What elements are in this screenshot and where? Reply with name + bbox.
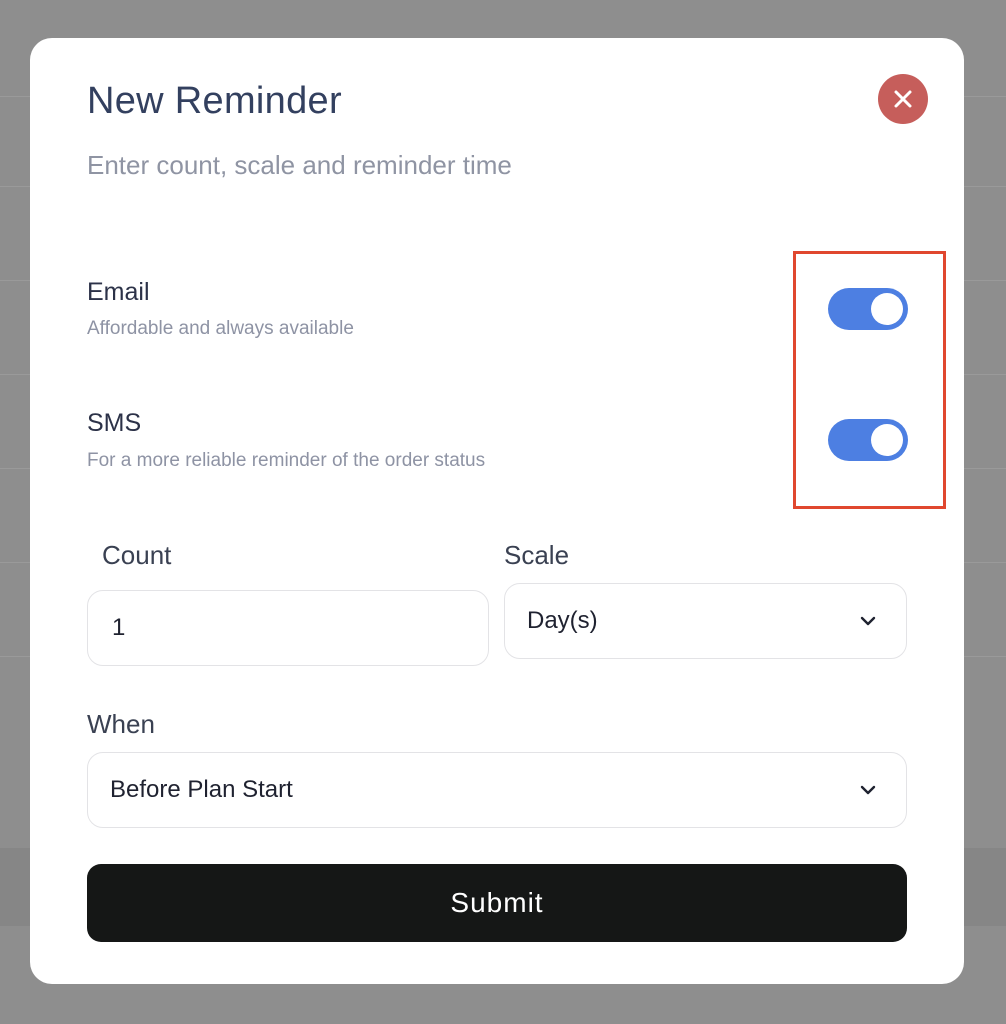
scale-label: Scale [504,540,570,570]
new-reminder-modal: New Reminder Enter count, scale and remi… [30,38,964,984]
toggle-knob [871,293,903,325]
email-option-description: Affordable and always available [87,318,354,339]
modal-subtitle: Enter count, scale and reminder time [87,150,512,180]
close-icon [894,90,912,108]
sms-option-label: SMS [87,409,142,437]
toggle-knob [871,424,903,456]
sms-option-description: For a more reliable reminder of the orde… [87,450,486,471]
email-toggle[interactable] [828,288,908,330]
chevron-down-icon [860,616,876,626]
when-label: When [87,709,155,739]
sms-toggle[interactable] [828,419,908,461]
when-select[interactable]: Before Plan Start [87,752,907,828]
close-button[interactable] [878,74,928,124]
email-option-label: Email [87,278,150,306]
count-input[interactable] [110,591,472,665]
scale-select[interactable]: Day(s) [504,583,907,659]
chevron-down-icon [860,785,876,795]
submit-button[interactable]: Submit [87,864,907,942]
scale-selected-value: Day(s) [527,607,598,634]
count-field[interactable] [87,590,489,666]
modal-title: New Reminder [87,80,342,122]
count-label: Count [102,540,172,570]
when-selected-value: Before Plan Start [110,776,293,803]
